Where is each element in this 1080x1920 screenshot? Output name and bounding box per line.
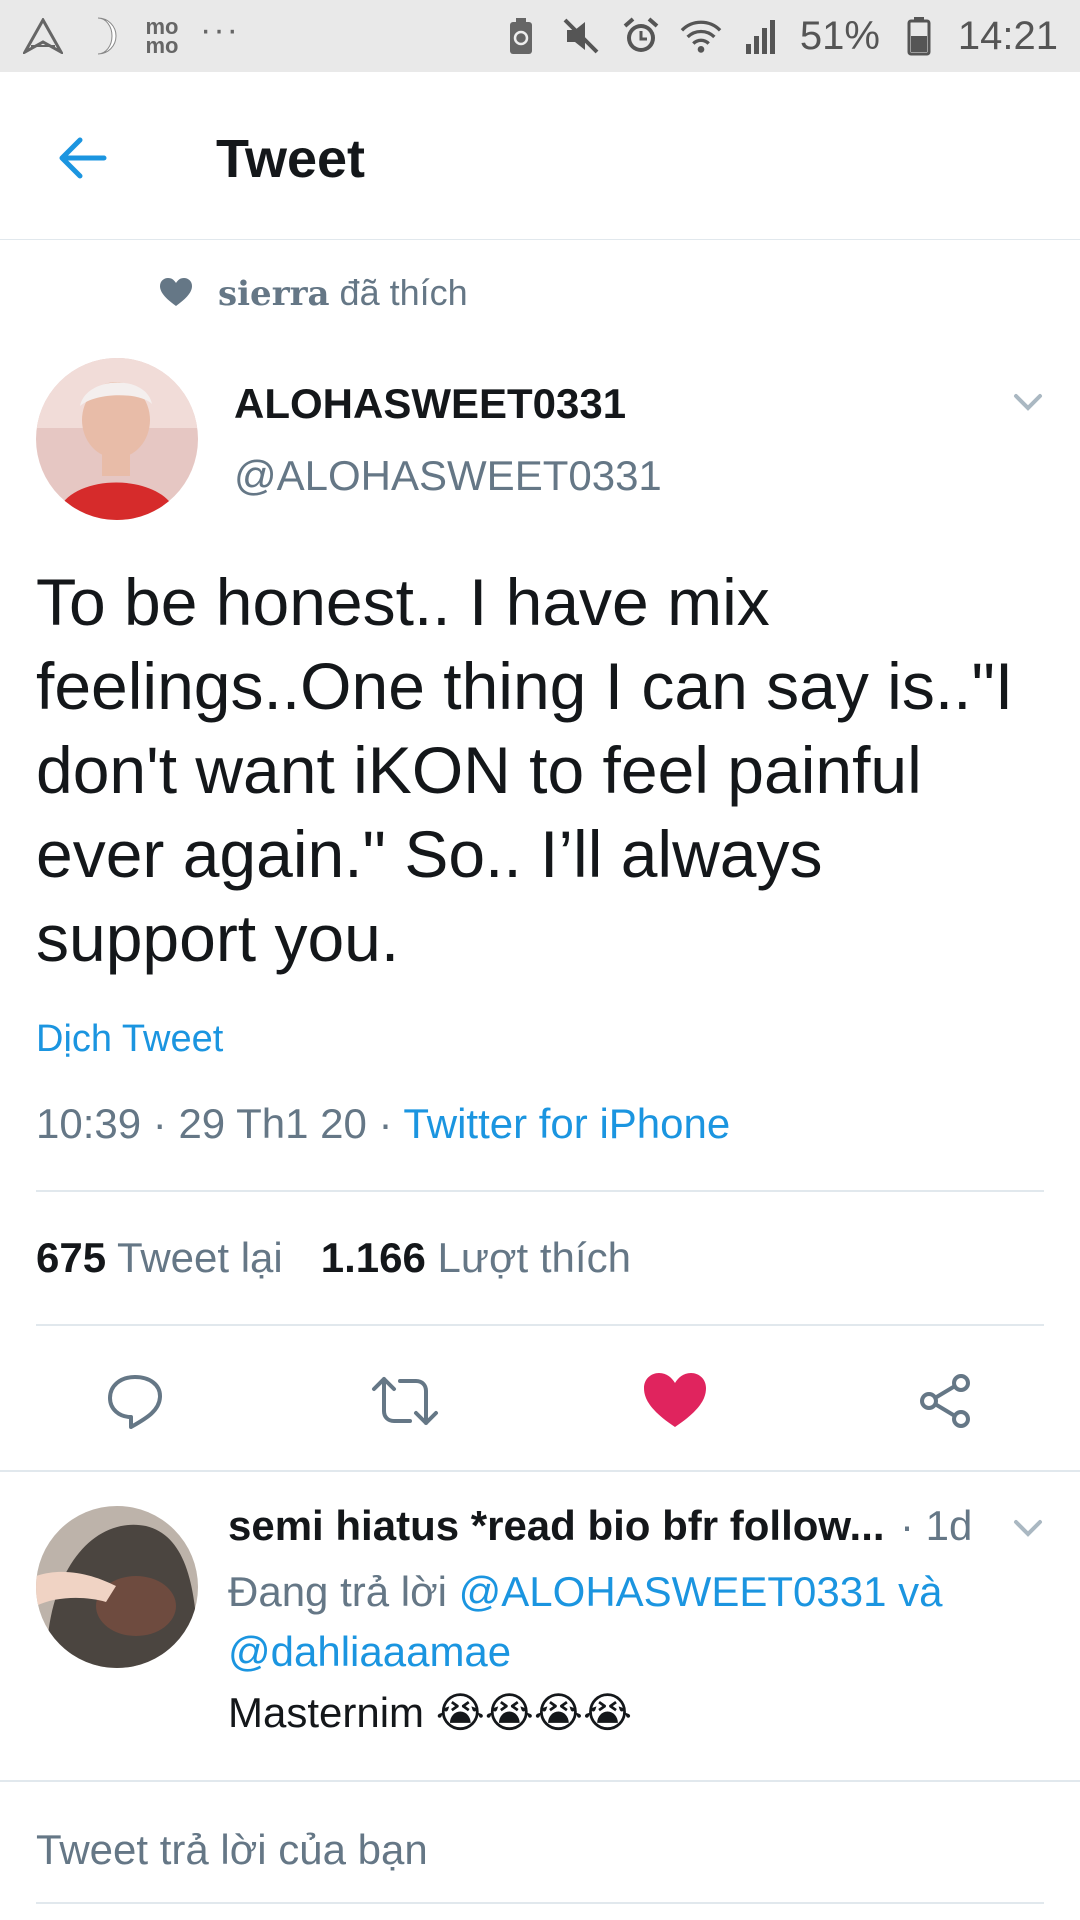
social-context-label[interactable]: sierra đã thích	[218, 272, 468, 314]
app-bar: Tweet	[0, 72, 1080, 240]
reply-button[interactable]	[100, 1366, 170, 1436]
divider	[36, 1190, 1044, 1192]
like-stat[interactable]: 1.166 Lượt thích	[321, 1234, 631, 1282]
divider	[0, 1780, 1080, 1782]
social-context-name: sierra	[218, 274, 330, 314]
mute-icon	[560, 15, 602, 57]
like-label: Lượt thích	[437, 1234, 631, 1281]
arrow-left-icon	[59, 137, 107, 179]
tweet-date: 29 Th1 20	[178, 1100, 367, 1147]
author-avatar[interactable]	[36, 358, 198, 520]
mention-link[interactable]: @dahliaaamae	[228, 1628, 511, 1675]
replying-to: Đang trả lời @ALOHASWEET0331 và @dahliaa…	[228, 1562, 1028, 1682]
navigation-icon	[22, 15, 64, 57]
retweet-count: 675	[36, 1234, 107, 1281]
retweet-label: Tweet lại	[117, 1234, 283, 1281]
reply-text-body: Masternim	[228, 1689, 425, 1736]
overflow-notifications: ···	[200, 10, 240, 49]
share-button[interactable]	[910, 1366, 980, 1436]
like-count: 1.166	[320, 1234, 426, 1281]
battery-icon	[898, 15, 940, 57]
recycle-battery-icon	[500, 15, 542, 57]
replying-conjunction: và	[886, 1568, 943, 1615]
reply-author-name[interactable]: semi hiatus *read bio bfr follow...	[228, 1502, 885, 1550]
status-time: 14:21	[957, 13, 1058, 58]
signal-icon	[740, 15, 782, 57]
moon-icon	[82, 15, 124, 57]
share-icon	[920, 1374, 970, 1428]
retweet-stat[interactable]: 675 Tweet lại	[36, 1234, 283, 1282]
momo-icon: mo mo	[145, 14, 179, 58]
heart-filled-icon	[644, 1373, 706, 1427]
replying-prefix: Đang trả lời	[228, 1568, 459, 1615]
chevron-down-icon	[1014, 394, 1042, 411]
reply-text: Masternim 😭😭😭😭	[228, 1688, 632, 1737]
social-context-action: đã thích	[329, 272, 468, 313]
reply-options-button[interactable]	[1008, 1508, 1048, 1548]
divider	[0, 1470, 1080, 1472]
social-context: sierra đã thích	[160, 272, 468, 314]
reply-author-avatar[interactable]	[36, 1506, 198, 1668]
translate-tweet-link[interactable]: Dịch Tweet	[36, 1018, 223, 1061]
tweet-options-button[interactable]	[1008, 382, 1048, 422]
heart-icon	[160, 278, 192, 306]
back-button[interactable]	[52, 128, 112, 188]
alarm-icon	[620, 15, 662, 57]
action-bar	[0, 1366, 1080, 1436]
tweet-meta: 10:39 · 29 Th1 20 · Twitter for iPhone	[36, 1100, 730, 1148]
author-display-name[interactable]: ALOHASWEET0331	[234, 380, 626, 428]
meta-separator: ·	[141, 1100, 179, 1147]
retweet-icon	[372, 1377, 438, 1425]
compose-underline	[36, 1902, 1044, 1904]
battery-percent: 51%	[799, 13, 880, 58]
meta-separator: ·	[366, 1100, 404, 1147]
tweet-text: To be honest.. I have mix feelings..One …	[36, 565, 1014, 975]
mention-link[interactable]: @ALOHASWEET0331	[459, 1568, 887, 1615]
tweet-stats: 675 Tweet lại 1.166 Lượt thích	[36, 1234, 631, 1282]
tweet-source-link[interactable]: Twitter for iPhone	[403, 1100, 730, 1147]
reply-icon	[108, 1375, 162, 1429]
tweet-time: 10:39	[36, 1100, 142, 1147]
reply-compose-input[interactable]: Tweet trả lời của bạn	[36, 1826, 428, 1874]
divider	[36, 1324, 1044, 1326]
like-button[interactable]	[640, 1366, 710, 1436]
crying-emoji: 😭😭😭😭	[435, 1689, 633, 1736]
retweet-button[interactable]	[370, 1366, 440, 1436]
wifi-icon	[680, 15, 722, 57]
page-title: Tweet	[216, 129, 366, 189]
status-bar: mo mo ··· 51% 14:21	[0, 0, 1080, 72]
reply-time: · 1d	[900, 1502, 973, 1549]
chevron-down-icon	[1014, 1520, 1042, 1537]
author-handle[interactable]: @ALOHASWEET0331	[234, 452, 662, 500]
